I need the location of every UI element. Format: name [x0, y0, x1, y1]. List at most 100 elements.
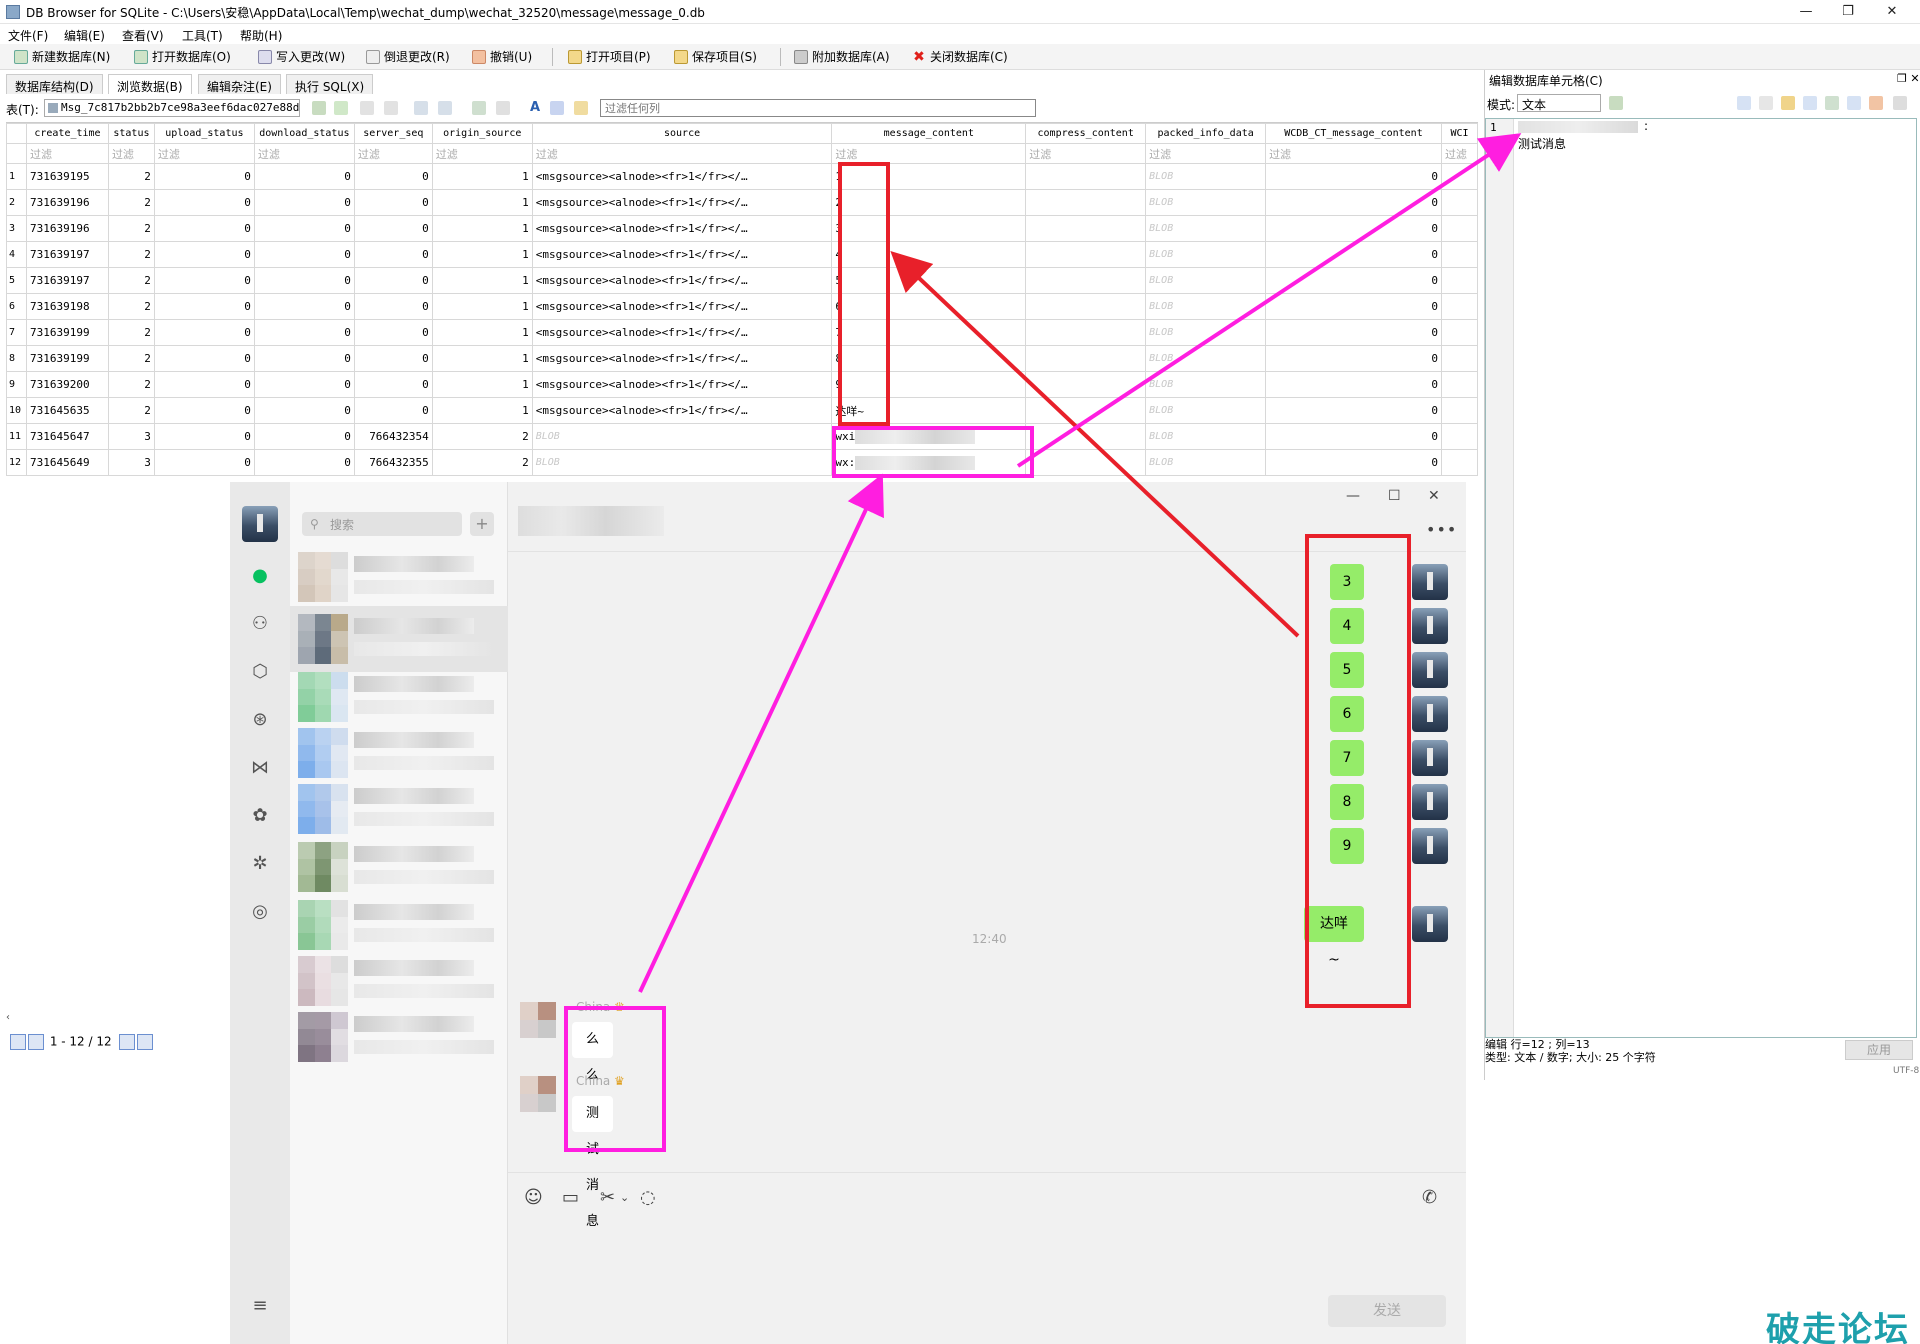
table-cell[interactable]: 0: [353, 215, 433, 242]
table-cell[interactable]: <msgsource><alnode><fr>1</fr></…: [531, 215, 833, 242]
my-message-avatar[interactable]: [1412, 784, 1448, 820]
table-cell[interactable]: 2: [107, 241, 155, 268]
table-cell[interactable]: 0: [153, 397, 255, 424]
table-cell[interactable]: BLOB: [1145, 449, 1267, 476]
mode-select[interactable]: 文本: [1517, 94, 1601, 112]
received-message-bubble[interactable]: 测试消息: [572, 1096, 614, 1229]
column-header[interactable]: WCI: [1440, 123, 1479, 144]
menu-edit[interactable]: 编辑(E): [64, 27, 105, 44]
auto-switch-icon[interactable]: [1609, 96, 1623, 110]
insert-record-icon[interactable]: [472, 101, 486, 115]
table-cell[interactable]: 731639199: [25, 319, 109, 346]
table-cell[interactable]: 0: [353, 241, 433, 268]
table-cell[interactable]: 1: [431, 189, 533, 216]
table-cell[interactable]: 7: [831, 319, 1027, 346]
sent-message-bubble[interactable]: 8: [1330, 784, 1364, 820]
table-cell[interactable]: [1025, 241, 1147, 268]
table-row[interactable]: 4 731639197 2 0 0 0 1 <msgsource><alnode><fr>1<…: [6, 241, 1479, 268]
table-cell[interactable]: 0: [1265, 267, 1442, 294]
table-cell[interactable]: 0: [1265, 345, 1442, 372]
table-cell[interactable]: 0: [1265, 319, 1442, 346]
table-cell[interactable]: <msgsource><alnode><fr>1</fr></…: [531, 163, 833, 190]
wechat-maximize-button[interactable]: ☐: [1388, 488, 1401, 504]
table-cell[interactable]: <msgsource><alnode><fr>1</fr></…: [531, 189, 833, 216]
new-database-button[interactable]: 新建数据库(N): [14, 48, 110, 66]
chevron-down-icon[interactable]: ⌄: [620, 1191, 629, 1204]
my-message-avatar[interactable]: [1412, 652, 1448, 688]
table-cell[interactable]: 0: [153, 371, 255, 398]
table-cell[interactable]: BLOB: [1145, 267, 1267, 294]
sent-message-bubble[interactable]: 9: [1330, 828, 1364, 864]
menu-view[interactable]: 查看(V): [122, 27, 164, 44]
wechat-close-button[interactable]: ✕: [1428, 488, 1440, 504]
table-cell[interactable]: 0: [253, 267, 355, 294]
table-cell[interactable]: 2: [107, 319, 155, 346]
chat-list-item[interactable]: [290, 776, 508, 842]
table-cell[interactable]: [1440, 241, 1479, 268]
table-cell[interactable]: 0: [253, 371, 355, 398]
table-cell[interactable]: 1: [431, 371, 533, 398]
received-message-bubble[interactable]: 么么哒: [572, 1022, 614, 1119]
open-database-button[interactable]: 打开数据库(O): [134, 48, 231, 66]
contacts-icon[interactable]: ⚇: [248, 612, 272, 636]
table-cell[interactable]: 0: [1265, 449, 1442, 476]
table-cell[interactable]: [1440, 163, 1479, 190]
table-cell[interactable]: 0: [253, 215, 355, 242]
table-select[interactable]: Msg_7c817b2bb2b7ce98a3eef6dac027e88d: [44, 99, 300, 117]
table-cell[interactable]: 731639196: [25, 189, 109, 216]
table-row[interactable]: 5 731639197 2 0 0 0 1 <msgsource><alnode><fr>1<…: [6, 267, 1479, 294]
last-page-button[interactable]: [137, 1034, 154, 1050]
table-cell[interactable]: 731639199: [25, 345, 109, 372]
table-cell[interactable]: BLOB: [1145, 163, 1267, 190]
table-cell[interactable]: BLOB: [1145, 397, 1267, 424]
sent-message-bubble[interactable]: 7: [1330, 740, 1364, 776]
table-cell[interactable]: BLOB: [1145, 345, 1267, 372]
table-cell[interactable]: [1025, 397, 1147, 424]
set-null-icon[interactable]: [1825, 96, 1839, 110]
table-cell[interactable]: [1440, 267, 1479, 294]
column-filter-input[interactable]: 过滤: [253, 143, 355, 164]
table-cell[interactable]: 5: [831, 267, 1027, 294]
discover-icon[interactable]: ✲: [248, 852, 272, 876]
table-cell[interactable]: 1: [431, 241, 533, 268]
column-filter-input[interactable]: 过滤: [831, 143, 1027, 164]
table-cell[interactable]: 0: [153, 345, 255, 372]
table-cell[interactable]: [1440, 449, 1479, 476]
table-cell[interactable]: 0: [353, 319, 433, 346]
table-row[interactable]: 7 731639199 2 0 0 0 1 <msgsource><alnode><fr>1<…: [6, 319, 1479, 346]
table-cell[interactable]: 731645635: [25, 397, 109, 424]
table-cell[interactable]: 1: [431, 215, 533, 242]
table-cell[interactable]: 0: [153, 423, 255, 450]
scroll-left-arrow[interactable]: ‹: [6, 1012, 10, 1023]
my-message-avatar[interactable]: [1412, 828, 1448, 864]
table-cell[interactable]: [1025, 163, 1147, 190]
table-cell[interactable]: 0: [153, 267, 255, 294]
menu-help[interactable]: 帮助(H): [240, 27, 282, 44]
table-cell[interactable]: BLOB: [1145, 319, 1267, 346]
table-cell[interactable]: 0: [153, 215, 255, 242]
attach-database-button[interactable]: 附加数据库(A): [794, 48, 890, 66]
table-cell[interactable]: BLOB: [531, 423, 833, 450]
table-cell[interactable]: 0: [1265, 423, 1442, 450]
cell-editor[interactable]: 1 2 : 测试消息: [1485, 118, 1917, 1038]
table-cell[interactable]: [1025, 189, 1147, 216]
sent-message-bubble[interactable]: 6: [1330, 696, 1364, 732]
table-cell[interactable]: 731639197: [25, 241, 109, 268]
my-message-avatar[interactable]: [1412, 740, 1448, 776]
table-cell[interactable]: 2: [107, 293, 155, 320]
close-button[interactable]: ✕: [1872, 2, 1912, 22]
moments-icon[interactable]: ⊛: [248, 708, 272, 732]
menu-icon[interactable]: ≡: [248, 1294, 272, 1318]
table-cell[interactable]: 2: [107, 397, 155, 424]
clear-filter-icon[interactable]: [360, 101, 374, 115]
table-cell[interactable]: 2: [107, 371, 155, 398]
table-cell[interactable]: 0: [1265, 293, 1442, 320]
table-cell[interactable]: wx:: [831, 449, 1027, 476]
column-filter-input[interactable]: 过滤: [1025, 143, 1147, 164]
table-cell[interactable]: <msgsource><alnode><fr>1</fr></…: [531, 241, 833, 268]
table-cell[interactable]: 0: [253, 241, 355, 268]
table-cell[interactable]: [1025, 267, 1147, 294]
clear-cell-icon[interactable]: [1869, 96, 1883, 110]
column-filter-input[interactable]: 过滤: [153, 143, 255, 164]
table-cell[interactable]: [1440, 397, 1479, 424]
